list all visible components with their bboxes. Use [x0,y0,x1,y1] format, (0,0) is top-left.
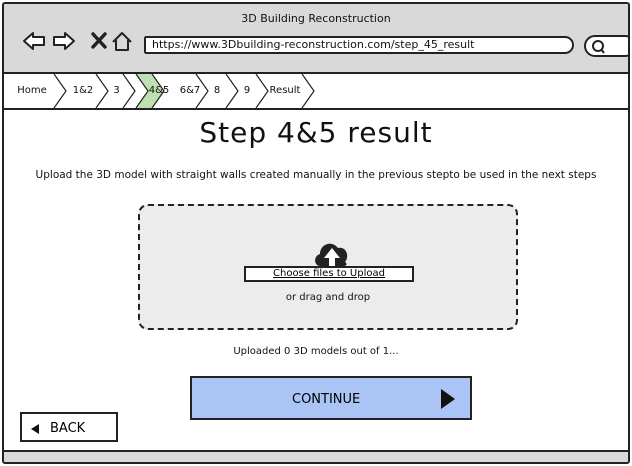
breadcrumb-step-6-7[interactable]: 6&7 [178,74,202,108]
url-bar[interactable]: https://www.3Dbuilding-reconstruction.co… [144,36,574,54]
file-dropzone[interactable]: Choose files to Upload or drag and drop [138,204,518,330]
breadcrumb-step-1-2[interactable]: 1&2 [70,74,96,108]
choose-files-button[interactable]: Choose files to Upload [244,266,414,282]
back-triangle-icon [31,424,39,434]
drag-drop-text: or drag and drop [285,292,371,303]
search-button[interactable] [584,35,628,57]
continue-button[interactable]: CONTINUE [190,376,472,420]
breadcrumb-step-8[interactable]: 8 [210,74,224,108]
breadcrumb-step-9[interactable]: 9 [240,74,254,108]
home-icon[interactable] [110,30,134,52]
upload-status: Uploaded 0 3D models out of 1... [233,346,399,357]
browser-window: 3D Building Reconstruction https://www.3… [2,2,630,464]
window-title: 3D Building Reconstruction [241,12,391,25]
back-button[interactable]: BACK [20,412,118,442]
breadcrumb-step-4-5[interactable]: 4&5 [148,74,170,108]
back-label: BACK [50,421,86,436]
upload-cloud-icon [315,243,348,266]
continue-label: CONTINUE [292,392,361,407]
play-arrow-icon [441,389,455,409]
back-arrow-icon[interactable] [22,30,46,52]
breadcrumb-result[interactable]: Result [268,74,302,108]
breadcrumb-step-3[interactable]: 3 [110,74,123,108]
page-title: Step 4&5 result [199,116,433,149]
instructions-text: Upload the 3D model with straight walls … [35,169,597,181]
breadcrumb-home[interactable]: Home [10,74,54,108]
breadcrumb: Home 1&2 3 4&5 6&7 8 9 Result [4,74,628,110]
title-bar: 3D Building Reconstruction https://www.3… [4,4,628,74]
search-icon [592,40,605,54]
breadcrumb-shapes [53,74,315,108]
status-bar [4,450,628,462]
forward-arrow-icon[interactable] [52,30,76,52]
close-icon[interactable] [88,30,112,52]
